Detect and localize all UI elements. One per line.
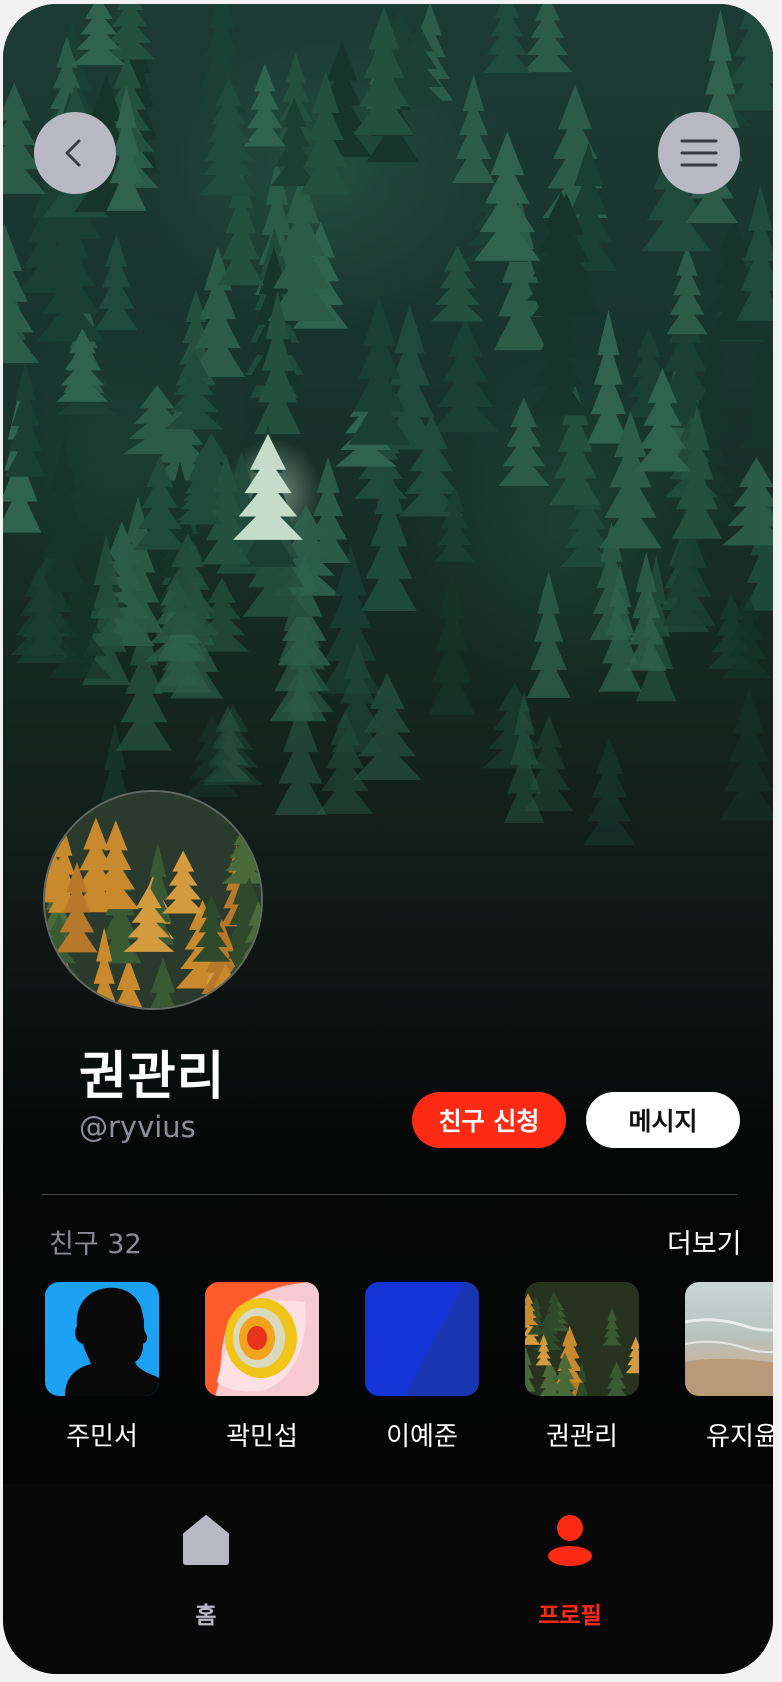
profile-name: 권관리 — [79, 1047, 226, 1107]
friend-name: 곽민섭 — [226, 1422, 298, 1452]
friend-avatar — [45, 1282, 159, 1396]
friend-name: 유지윤 — [706, 1422, 773, 1452]
profile-avatar[interactable] — [43, 790, 263, 1010]
nav-profile[interactable]: 프로필 — [510, 1514, 630, 1629]
back-button[interactable] — [34, 112, 116, 194]
friend-name: 주민서 — [66, 1422, 138, 1452]
hamburger-menu-icon — [680, 139, 718, 167]
profile-handle: @ryvius — [79, 1110, 196, 1144]
nav-profile-label: 프로필 — [538, 1603, 602, 1629]
avatar-forest-image — [45, 792, 261, 1008]
friend-item[interactable]: 유지윤 — [685, 1282, 773, 1452]
menu-button[interactable] — [658, 112, 740, 194]
abstract-contour-image — [205, 1282, 319, 1396]
nav-home[interactable]: 홈 — [146, 1514, 266, 1629]
friend-request-button[interactable]: 친구 신청 — [412, 1092, 566, 1148]
friend-name: 권관리 — [546, 1422, 618, 1452]
friend-avatar — [365, 1282, 479, 1396]
friend-item[interactable]: 이예준 — [365, 1282, 479, 1452]
profile-cover-image — [3, 4, 773, 1484]
profile-icon — [548, 1515, 592, 1566]
abstract-blue-image — [365, 1282, 479, 1396]
friend-name: 이예준 — [386, 1422, 458, 1452]
message-button[interactable]: 메시지 — [586, 1092, 740, 1148]
nav-home-label: 홈 — [195, 1603, 217, 1629]
section-divider — [41, 1194, 737, 1195]
see-more-link[interactable]: 더보기 — [667, 1222, 742, 1261]
friends-count: 친구 32 — [49, 1229, 142, 1260]
bottom-navigation: 홈 프로필 — [3, 1484, 773, 1674]
friend-avatar — [685, 1282, 773, 1396]
home-icon — [183, 1515, 229, 1565]
friend-avatar — [525, 1282, 639, 1396]
beach-thumbnail-image — [685, 1318, 773, 1396]
person-silhouette-icon — [65, 1287, 159, 1396]
friend-item[interactable]: 권관리 — [525, 1282, 639, 1452]
chevron-left-icon — [65, 139, 81, 167]
forest-thumbnail-image — [525, 1290, 639, 1396]
friend-item[interactable]: 곽민섭 — [205, 1282, 319, 1452]
friend-item[interactable]: 주민서 — [45, 1282, 159, 1452]
phone-screen: 권관리 @ryvius 친구 신청 메시지 친구 32 더보기 주민서 곽민섭 — [3, 4, 773, 1674]
friend-avatar — [205, 1282, 319, 1396]
